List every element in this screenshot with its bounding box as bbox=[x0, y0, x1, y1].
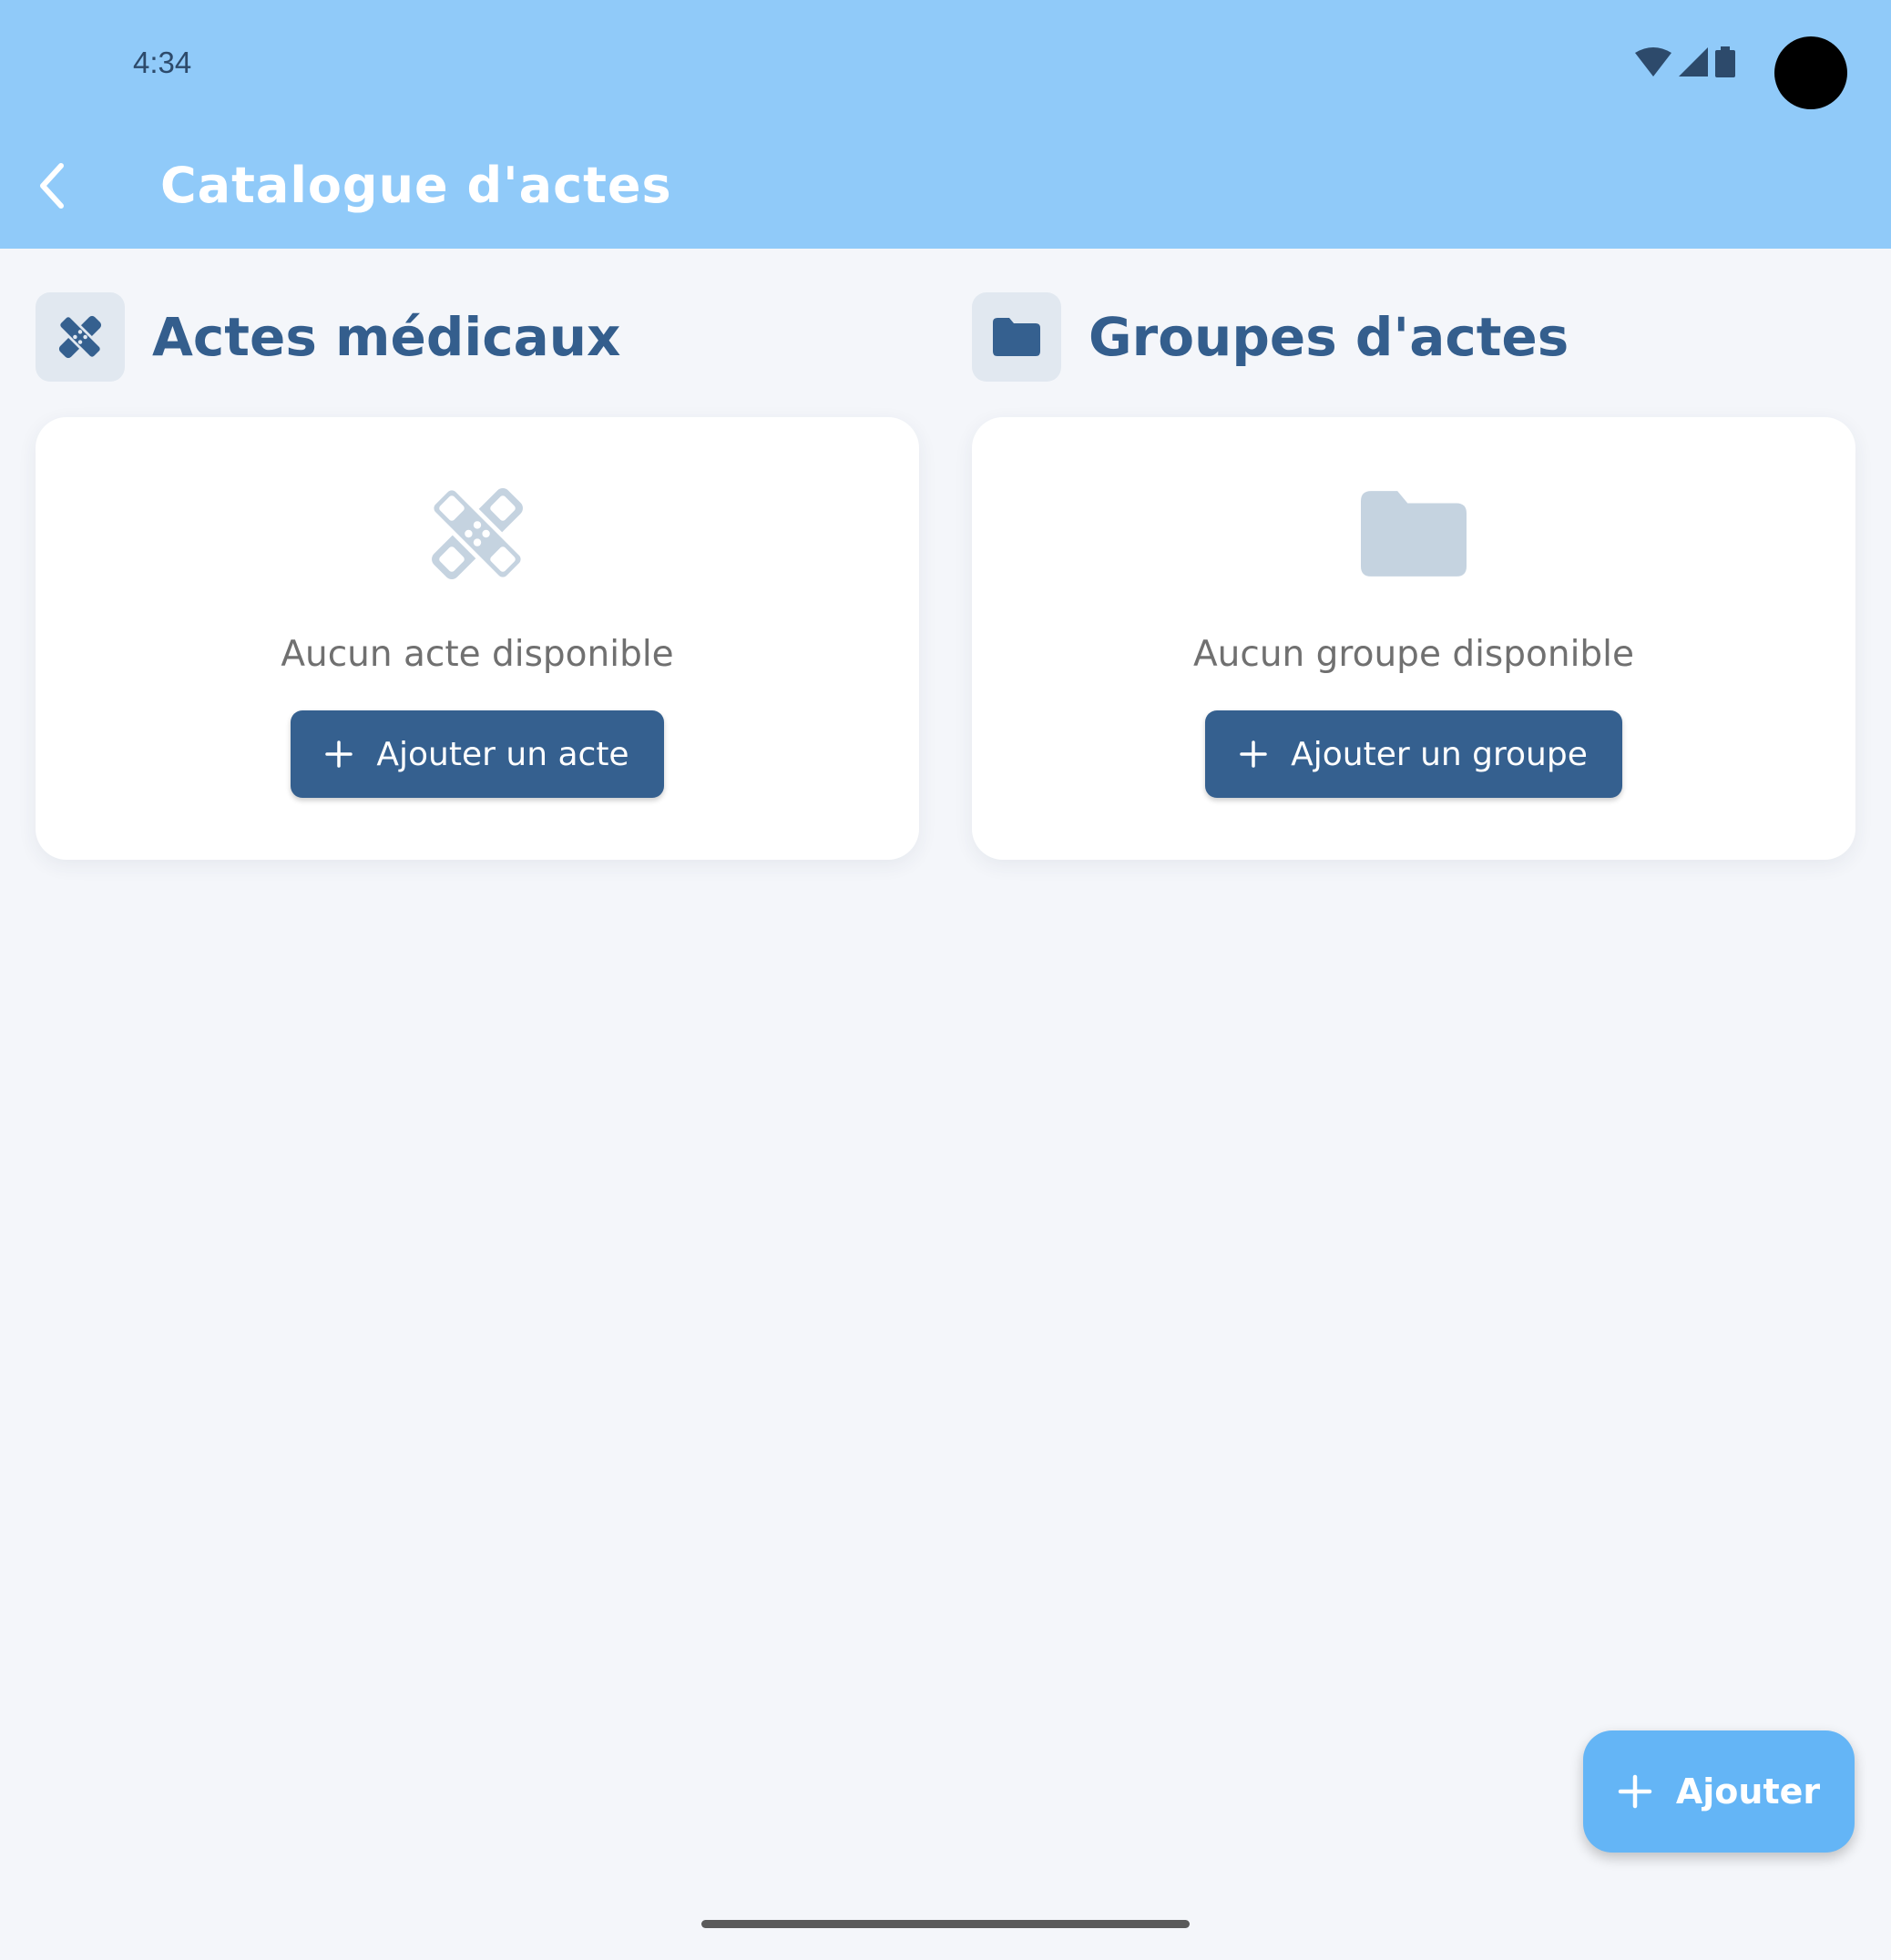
bandage-icon bbox=[429, 485, 526, 582]
add-fab-button[interactable]: Ajouter bbox=[1583, 1730, 1855, 1853]
folder-icon bbox=[993, 318, 1040, 356]
front-camera bbox=[1774, 36, 1847, 109]
status-icons bbox=[1635, 46, 1735, 78]
section-icon-box bbox=[36, 292, 125, 382]
wifi-icon bbox=[1635, 47, 1671, 77]
plus-icon bbox=[325, 740, 353, 768]
plus-icon bbox=[1618, 1774, 1652, 1809]
groupes-empty-card: Aucun groupe disponible Ajouter un group… bbox=[972, 417, 1855, 860]
empty-state-text: Aucun groupe disponible bbox=[1193, 634, 1634, 675]
folder-icon bbox=[1361, 491, 1467, 577]
add-groupe-button[interactable]: Ajouter un groupe bbox=[1205, 710, 1622, 798]
back-button[interactable] bbox=[22, 153, 82, 219]
card-icon-wrap bbox=[36, 479, 919, 588]
add-acte-label: Ajouter un acte bbox=[376, 735, 629, 773]
battery-icon bbox=[1715, 46, 1735, 77]
add-acte-button[interactable]: Ajouter un acte bbox=[291, 710, 664, 798]
home-indicator[interactable] bbox=[701, 1920, 1190, 1928]
page-title: Catalogue d'actes bbox=[160, 157, 672, 214]
section-header-actes: Actes médicaux bbox=[36, 292, 620, 382]
empty-state-text: Aucun acte disponible bbox=[281, 634, 674, 675]
plus-icon bbox=[1240, 740, 1267, 768]
actes-empty-card: Aucun acte disponible Ajouter un acte bbox=[36, 417, 919, 860]
chevron-left-icon bbox=[40, 163, 64, 209]
bandage-icon bbox=[57, 314, 103, 360]
card-icon-wrap bbox=[972, 479, 1855, 588]
app-bar: 4:34 Catalogue d'actes bbox=[0, 0, 1891, 249]
signal-icon bbox=[1679, 47, 1708, 77]
section-icon-box bbox=[972, 292, 1061, 382]
fab-label: Ajouter bbox=[1675, 1771, 1821, 1812]
section-header-groupes: Groupes d'actes bbox=[972, 292, 1569, 382]
add-groupe-label: Ajouter un groupe bbox=[1291, 735, 1588, 773]
section-title-groupes: Groupes d'actes bbox=[1089, 306, 1569, 368]
section-title-actes: Actes médicaux bbox=[152, 306, 621, 368]
status-time: 4:34 bbox=[133, 46, 192, 79]
